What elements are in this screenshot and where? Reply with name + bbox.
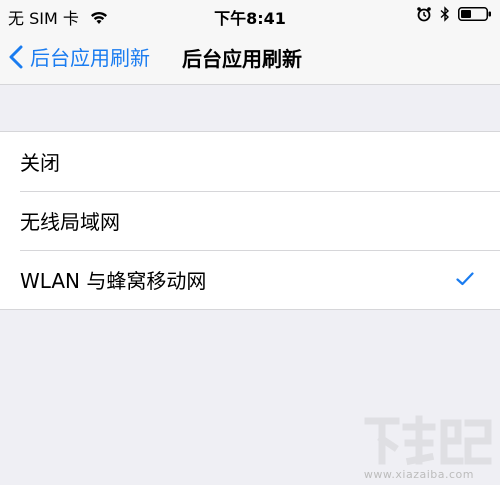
back-button-label: 后台应用刷新 xyxy=(30,46,150,70)
checkmark-icon xyxy=(456,272,474,286)
back-button[interactable]: 后台应用刷新 xyxy=(8,42,150,71)
option-label: 关闭 xyxy=(20,151,60,175)
option-label: 无线局域网 xyxy=(20,210,120,234)
option-wlan[interactable]: 无线局域网 xyxy=(0,191,500,250)
status-bar: 无 SIM 卡 下午8:41 xyxy=(0,0,500,30)
chevron-left-icon xyxy=(9,45,23,68)
option-wlan-cellular[interactable]: WLAN 与蜂窝移动网 xyxy=(0,250,500,309)
options-list: 关闭 无线局域网 WLAN 与蜂窝移动网 xyxy=(0,131,500,310)
bluetooth-icon xyxy=(440,6,450,22)
watermark-text: www.xiazaiba.com xyxy=(363,468,474,481)
page-title: 后台应用刷新 xyxy=(182,47,302,71)
option-off[interactable]: 关闭 xyxy=(0,132,500,191)
alarm-icon xyxy=(417,7,431,22)
navigation-bar: 后台应用刷新 后台应用刷新 xyxy=(0,30,500,85)
status-right xyxy=(416,6,492,22)
watermark-logo xyxy=(364,415,492,466)
option-label: WLAN 与蜂窝移动网 xyxy=(20,269,207,293)
battery-icon xyxy=(458,7,491,21)
